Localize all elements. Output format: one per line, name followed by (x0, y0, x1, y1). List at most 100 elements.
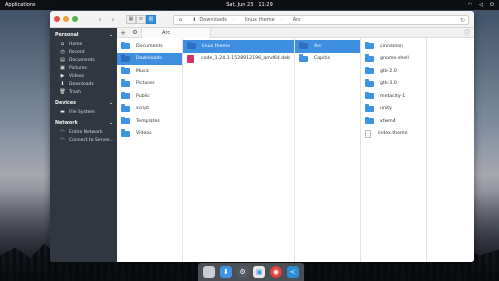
chevron-right-icon: › (280, 17, 283, 23)
list-item[interactable]: Downloads (117, 52, 182, 65)
columns-icon: ▥ (148, 16, 154, 22)
new-tab-button[interactable]: + (117, 29, 129, 37)
sidebar-item-downloads[interactable]: ⬇ Downloads (50, 80, 117, 88)
icon-view-button[interactable]: ▦ (126, 14, 136, 24)
list-item[interactable]: unity (361, 103, 426, 116)
list-item[interactable]: xfwm4 (361, 115, 426, 128)
list-item[interactable]: gnome-shell (361, 53, 426, 66)
folder-icon (365, 104, 374, 112)
sidebar-item-documents[interactable]: ▤ Documents (50, 56, 117, 64)
deb-package-icon (187, 54, 194, 63)
wifi-icon[interactable]: ◠ (468, 2, 472, 8)
list-item[interactable]: cinnamon (361, 40, 426, 53)
minimize-button[interactable] (63, 16, 69, 22)
file-manager-window: ‹ › ▦ ≡ ▥ ⌂ ⬇ Downloads › linux theme › Ar… (50, 11, 474, 262)
downloads-dock-icon[interactable]: ⬇ (219, 266, 232, 278)
list-view-button[interactable]: ≡ (136, 14, 146, 24)
headerbar: ‹ › ▦ ≡ ▥ ⌂ ⬇ Downloads › linux theme › Ar… (50, 11, 474, 28)
chevron-right-icon: › (111, 14, 115, 24)
list-item[interactable]: Videos (117, 128, 182, 141)
vscode-dock-icon[interactable]: ≺ (286, 266, 299, 278)
folder-icon (365, 54, 374, 62)
folder-icon (121, 129, 130, 137)
reload-icon[interactable]: ↻ (460, 17, 465, 24)
chevron-down-icon: ⌄ (108, 121, 113, 126)
tab-arc[interactable]: Arc (141, 27, 211, 38)
list-item[interactable]: Music (117, 65, 182, 78)
maximize-button[interactable] (72, 16, 78, 22)
back-button[interactable]: ‹ (95, 14, 105, 24)
applications-menu[interactable]: Applications (5, 2, 36, 8)
document-icon (365, 129, 371, 138)
breadcrumb-item[interactable]: ⬇ Downloads › (187, 16, 240, 24)
folder-icon (121, 54, 130, 62)
drive-icon: ▬ (60, 108, 65, 115)
forward-button[interactable]: › (108, 14, 118, 24)
list-item[interactable]: Pictures (117, 78, 182, 91)
grid-icon: ▦ (128, 16, 134, 22)
clock[interactable]: Sat, Jun 23 11:29 (226, 2, 273, 8)
sidebar-item-connect-server[interactable]: ◠ Connect to Server... (50, 136, 117, 144)
list-item[interactable]: gtk-2.0 (361, 65, 426, 78)
list-item[interactable]: linux theme (183, 40, 294, 53)
content-area: + ⚙ Arc ⓘ Documents Downloads Music Pict… (117, 27, 474, 262)
column-view-button[interactable]: ▥ (146, 14, 156, 24)
sidebar-section-personal[interactable]: Personal ⌄ (50, 31, 117, 40)
sidebar-item-trash[interactable]: 🗑 Trash (50, 88, 117, 96)
home-icon: ⌂ (179, 17, 183, 23)
folder-icon (121, 116, 130, 125)
settings-button[interactable]: ⚙ (129, 29, 141, 36)
sidebar-item-pictures[interactable]: ▣ Pictures (50, 64, 117, 72)
power-icon[interactable]: ⏻ (490, 2, 494, 8)
list-item[interactable]: index.theme (361, 128, 426, 141)
sidebar-item-recent[interactable]: ◷ Recent (50, 48, 117, 56)
list-item[interactable]: gtk-3.0 (361, 78, 426, 91)
downloads-icon: ⬇ (60, 80, 65, 87)
location-bar[interactable]: ⌂ ⬇ Downloads › linux theme › Arc ↻ (173, 15, 469, 25)
top-panel: Applications Sat, Jun 23 11:29 ◠ ◁ ⏻ (0, 0, 499, 10)
list-item[interactable]: code_1.24.1-1528912196_amd64.deb (183, 53, 294, 66)
info-icon[interactable]: ⓘ (464, 28, 470, 37)
sidebar-section-devices[interactable]: Devices ⌄ (50, 99, 117, 108)
sidebar-item-entire-network[interactable]: ◠ Entire Network (50, 128, 117, 136)
tab-bar: + ⚙ Arc ⓘ (117, 27, 474, 38)
breadcrumb-home[interactable]: ⌂ (174, 16, 187, 24)
folder-icon (121, 104, 130, 112)
column-downloads: linux theme code_1.24.1-1528912196_amd64… (183, 38, 295, 262)
download-icon: ⬇ (192, 17, 197, 23)
breadcrumb-item[interactable]: Arc (288, 16, 306, 24)
files-dock-icon[interactable]: ▣ (253, 266, 266, 278)
column-view: Documents Downloads Music Pictures Publi… (117, 38, 474, 262)
sidebar-section-network[interactable]: Network ⌄ (50, 119, 117, 128)
sidebar-item-file-system[interactable]: ▬ File System (50, 108, 117, 116)
list-item[interactable]: script (117, 103, 182, 116)
system-settings-dock-icon[interactable]: ⚙ (236, 266, 249, 278)
videos-icon: ▶ (60, 72, 65, 79)
clock-date: Sat, Jun 23 (226, 2, 254, 8)
chevron-left-icon: ‹ (98, 14, 102, 24)
column-home: Documents Downloads Music Pictures Publi… (117, 38, 183, 262)
list-item[interactable]: Arc (295, 40, 360, 53)
breadcrumb-item[interactable]: linux theme › (240, 16, 288, 24)
list-item[interactable]: Documents (117, 40, 182, 53)
sidebar-item-videos[interactable]: ▶ Videos (50, 72, 117, 80)
folder-icon (187, 41, 196, 50)
folder-icon (121, 91, 130, 100)
close-button[interactable] (54, 16, 60, 22)
column-arc: cinnamon gnome-shell gtk-2.0 gtk-3.0 met… (361, 38, 427, 262)
chevron-down-icon: ⌄ (108, 33, 113, 38)
folder-icon (365, 91, 374, 100)
folder-icon (121, 79, 130, 87)
volume-icon[interactable]: ◁ (479, 2, 483, 8)
server-icon: ◠ (60, 136, 65, 143)
list-item[interactable]: Capitis (295, 53, 360, 66)
trash-dock-icon[interactable] (203, 266, 216, 278)
clock-time: 11:29 (258, 2, 273, 8)
list-item[interactable]: metacity-1 (361, 90, 426, 103)
folder-icon (299, 41, 308, 50)
list-item[interactable]: Templates (117, 115, 182, 128)
documents-icon: ▤ (60, 56, 65, 63)
sidebar-item-home[interactable]: ⌂ Home (50, 40, 117, 48)
list-item[interactable]: Public (117, 90, 182, 103)
chrome-dock-icon[interactable]: ◉ (269, 266, 282, 278)
